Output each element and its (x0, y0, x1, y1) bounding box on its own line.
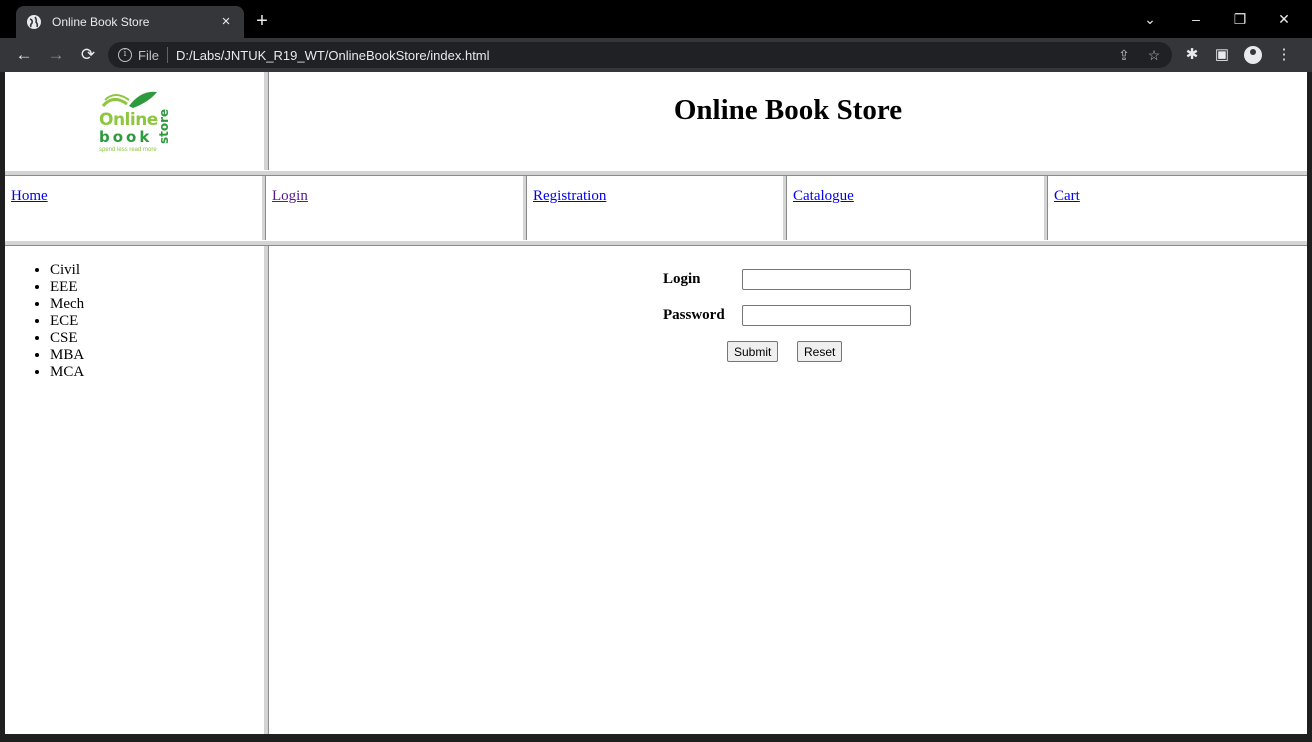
nav-frame-catalogue: Catalogue (787, 176, 1043, 240)
logo-word-book: book (99, 128, 153, 146)
login-label: Login (663, 271, 701, 287)
nav-frame-login: Login (266, 176, 522, 240)
store-logo: Online book store spend less read more (95, 90, 175, 154)
info-icon[interactable]: i (118, 48, 132, 62)
scheme-label: File (138, 47, 159, 63)
globe-icon (26, 14, 42, 30)
new-tab-button[interactable]: + (252, 11, 272, 31)
logo-tagline: spend less read more (99, 147, 157, 153)
list-item: Mech (50, 296, 84, 313)
tab-strip: Online Book Store × + ⌄ – ❐ ✕ (0, 0, 1312, 38)
nav-link-home[interactable]: Home (11, 188, 48, 205)
page-title: Online Book Store (673, 94, 903, 126)
forward-button[interactable]: → (46, 45, 66, 65)
minimize-button[interactable]: – (1182, 8, 1210, 30)
browser-menu-icon[interactable]: ⋮ (1274, 45, 1294, 65)
address-bar[interactable]: i File D:/Labs/JNTUK_R19_WT/OnlineBookSt… (108, 42, 1172, 68)
tab-search-icon[interactable]: ⌄ (1136, 8, 1164, 30)
browser-toolbar: ← → ⟳ i File D:/Labs/JNTUK_R19_WT/Online… (0, 38, 1312, 72)
list-item: MBA (50, 347, 84, 364)
back-button[interactable]: ← (14, 45, 34, 65)
profile-avatar-icon[interactable] (1244, 46, 1262, 64)
logo-frame: Online book store spend less read more (5, 72, 263, 170)
bookmark-star-icon[interactable]: ☆ (1144, 46, 1164, 64)
extensions-icon[interactable]: ✱ (1182, 45, 1202, 65)
nav-frame-registration: Registration (527, 176, 782, 240)
password-label: Password (663, 307, 725, 323)
branches-frame: Civil EEE Mech ECE CSE MBA MCA (5, 246, 263, 734)
logo-word-online: Online (99, 110, 158, 130)
close-window-button[interactable]: ✕ (1270, 8, 1298, 30)
list-item: CSE (50, 330, 84, 347)
submit-button[interactable]: Submit (727, 341, 779, 362)
list-item: EEE (50, 279, 84, 296)
nav-link-registration[interactable]: Registration (533, 188, 606, 205)
list-item: MCA (50, 364, 84, 381)
login-field[interactable] (742, 269, 911, 290)
omnibox-separator (166, 47, 168, 63)
branch-list: Civil EEE Mech ECE CSE MBA MCA (50, 262, 84, 381)
restore-button[interactable]: ❐ (1226, 8, 1254, 30)
browser-tab[interactable]: Online Book Store × (16, 6, 244, 38)
side-panel-icon[interactable]: ▣ (1212, 45, 1232, 65)
nav-link-cart[interactable]: Cart (1054, 188, 1080, 205)
nav-frame-home: Home (5, 176, 261, 240)
page-viewport: Online book store spend less read more O… (5, 72, 1307, 734)
list-item: Civil (50, 262, 84, 279)
password-field[interactable] (742, 305, 911, 326)
reset-button[interactable]: Reset (797, 341, 843, 362)
url-text[interactable]: D:/Labs/JNTUK_R19_WT/OnlineBookStore/ind… (176, 48, 490, 63)
tab-close-icon[interactable]: × (218, 14, 234, 30)
title-frame: Online Book Store (269, 72, 1307, 170)
list-item: ECE (50, 313, 84, 330)
share-icon[interactable]: ⇪ (1114, 46, 1134, 64)
nav-frame-cart: Cart (1048, 176, 1307, 240)
nav-link-login[interactable]: Login (272, 188, 308, 205)
nav-link-catalogue[interactable]: Catalogue (793, 188, 854, 205)
tab-title: Online Book Store (52, 15, 150, 29)
book-leaves-icon (101, 91, 157, 108)
reload-button[interactable]: ⟳ (78, 45, 98, 65)
content-frame: Login Password Submit Reset (269, 246, 1307, 734)
logo-word-store: store (157, 108, 171, 144)
